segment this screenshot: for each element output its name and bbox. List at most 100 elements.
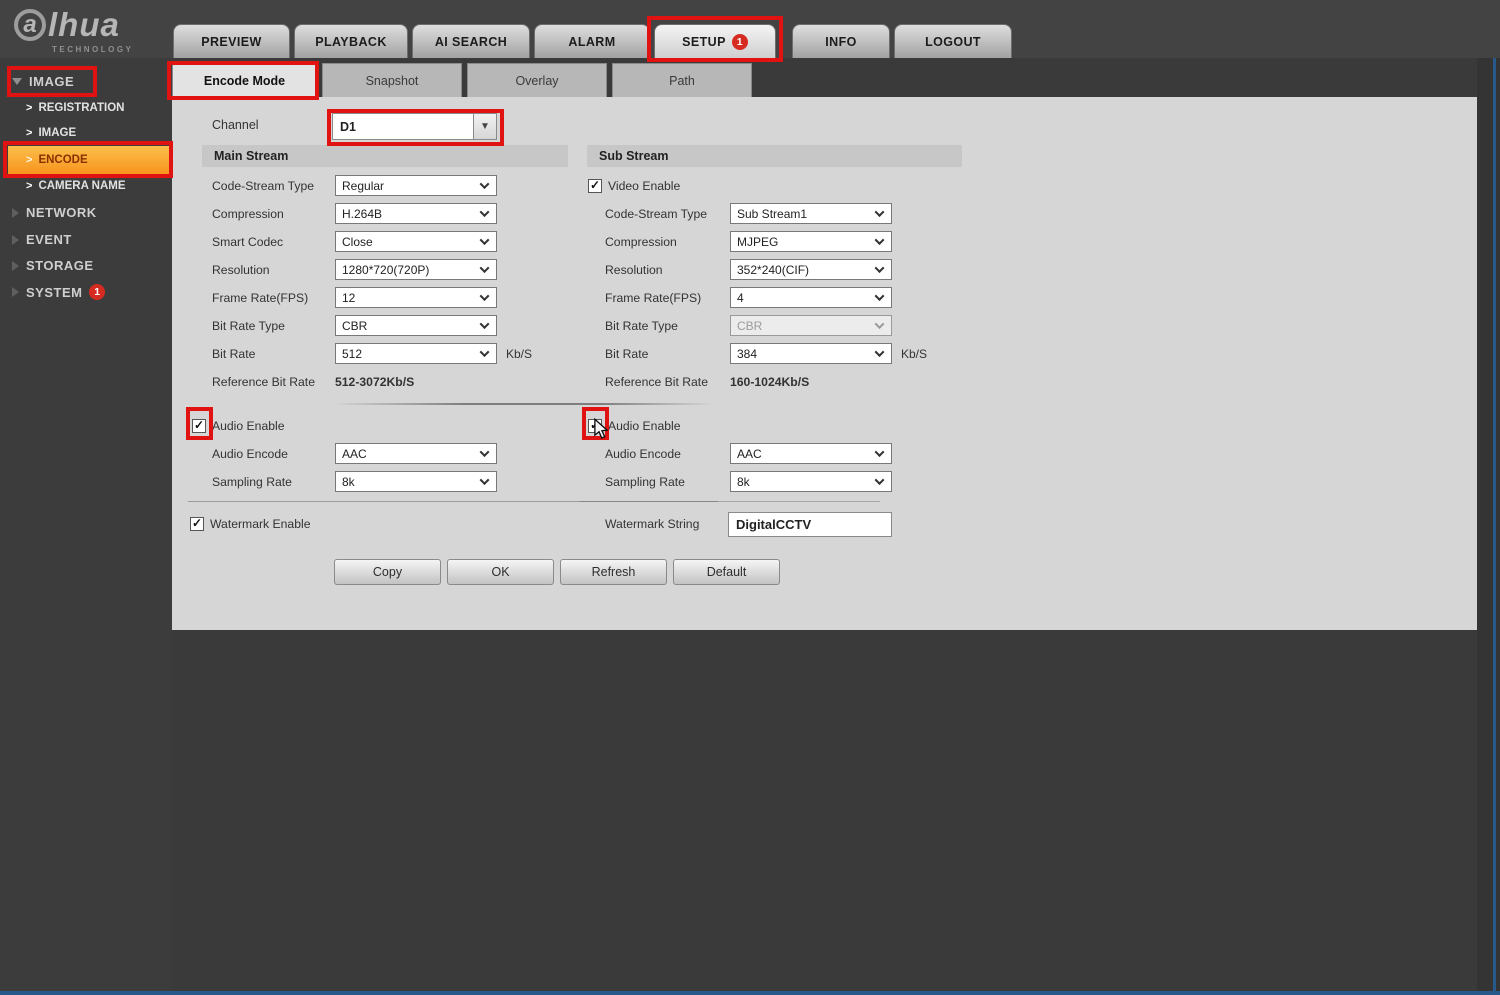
chevron-right-icon: > — [26, 180, 33, 192]
select-value: 352*240(CIF) — [737, 262, 810, 277]
channel-select[interactable]: D1 ▼ — [332, 113, 497, 140]
nav-tab-label: PREVIEW — [201, 34, 262, 49]
sidebar-group-event[interactable]: EVENT — [12, 232, 72, 247]
main-bit-rate-type-select[interactable]: CBR — [335, 315, 497, 336]
logo-circle-a: a — [14, 9, 46, 41]
main-smart-codec-select[interactable]: Close — [335, 231, 497, 252]
chevron-right-icon: > — [26, 127, 33, 139]
audio-sub-sampling-rate-select[interactable]: 8k — [730, 471, 892, 492]
chevron-down-icon — [874, 291, 885, 302]
reference-value: 160-1024Kb/S — [730, 375, 810, 389]
sub-stream-section: Sub Stream Video Enable Code-Stream Type… — [587, 145, 967, 392]
reference-label: Reference Bit Rate — [605, 375, 708, 389]
triangle-down-icon: ▼ — [480, 121, 490, 132]
sub-bit-rate-select[interactable]: 384 — [730, 343, 892, 364]
audio-enable-sub-checkbox[interactable] — [588, 418, 602, 433]
sidebar-item-camera-name[interactable]: > CAMERA NAME — [26, 180, 126, 192]
sidebar-group-label: EVENT — [26, 232, 72, 247]
audio-main-encode-select[interactable]: AAC — [335, 443, 497, 464]
watermark-enable-checkbox[interactable] — [190, 517, 204, 531]
nav-tab-info[interactable]: INFO — [792, 24, 890, 58]
audio-enable-label: Audio Enable — [212, 418, 285, 433]
nav-tab-playback[interactable]: PLAYBACK — [294, 24, 408, 58]
field-row: Bit Rate 384 Kb/S — [587, 343, 967, 364]
reference-value: 512-3072Kb/S — [335, 375, 415, 389]
tab-snapshot[interactable]: Snapshot — [322, 63, 462, 97]
sidebar-group-storage[interactable]: STORAGE — [12, 258, 94, 273]
logo-tagline: TECHNOLOGY — [52, 45, 134, 54]
audio-enable-main-checkbox[interactable] — [192, 418, 206, 433]
sidebar-group-image[interactable]: IMAGE — [12, 74, 74, 89]
copy-button[interactable]: Copy — [334, 559, 441, 585]
nav-tab-label: INFO — [825, 34, 857, 49]
select-value: 384 — [737, 346, 758, 361]
field-label: Frame Rate(FPS) — [212, 290, 309, 305]
sub-compression-select[interactable]: MJPEG — [730, 231, 892, 252]
watermark-enable-row: Watermark Enable — [190, 517, 310, 531]
action-buttons: Copy OK Refresh Default — [334, 559, 780, 585]
chevron-down-icon — [479, 475, 490, 486]
watermark-string-input[interactable] — [728, 512, 892, 537]
tab-encode-mode[interactable]: Encode Mode — [172, 63, 317, 97]
main-compression-select[interactable]: H.264B — [335, 203, 497, 224]
nav-tab-preview[interactable]: PREVIEW — [173, 24, 290, 58]
sidebar-item-label: IMAGE — [38, 127, 77, 139]
sidebar-item-image[interactable]: > IMAGE — [26, 127, 76, 139]
field-label: Code-Stream Type — [212, 178, 315, 193]
sidebar-group-label: NETWORK — [26, 205, 97, 220]
audio-sub-encode-select[interactable]: AAC — [730, 443, 892, 464]
field-label: Audio Encode — [605, 446, 681, 461]
audio-main-sampling-rate-select[interactable]: 8k — [335, 471, 497, 492]
sub-frame-rate-select[interactable]: 4 — [730, 287, 892, 308]
nav-tab-logout[interactable]: LOGOUT — [894, 24, 1012, 58]
main-code-stream-type-select[interactable]: Regular — [335, 175, 497, 196]
channel-dropdown-button[interactable]: ▼ — [473, 114, 496, 139]
subtab-label: Snapshot — [365, 73, 419, 88]
select-value: 4 — [737, 290, 744, 305]
nav-tab-setup[interactable]: SETUP 1 — [654, 24, 776, 58]
sidebar-item-encode[interactable]: > ENCODE — [8, 146, 169, 174]
sidebar-group-network[interactable]: NETWORK — [12, 205, 97, 220]
reference-bit-rate-row: Reference Bit Rate 512-3072Kb/S — [202, 372, 568, 392]
default-button[interactable]: Default — [673, 559, 780, 585]
select-value: Regular — [342, 178, 385, 193]
video-enable-row: Video Enable — [587, 175, 967, 196]
logo-text: lhua — [48, 6, 120, 43]
sub-resolution-select[interactable]: 352*240(CIF) — [730, 259, 892, 280]
video-enable-label: Video Enable — [608, 178, 681, 193]
section-title: Sub Stream — [599, 149, 669, 163]
section-divider — [332, 403, 714, 405]
nav-tab-ai-search[interactable]: AI SEARCH — [412, 24, 530, 58]
audio-main-section: Audio Enable Audio Encode AAC Sampling R… — [192, 415, 562, 499]
chevron-down-icon — [479, 179, 490, 190]
field-row: Frame Rate(FPS) 4 — [587, 287, 967, 308]
tab-overlay[interactable]: Overlay — [467, 63, 607, 97]
sidebar-item-registration[interactable]: > REGISTRATION — [26, 102, 124, 114]
field-label: Frame Rate(FPS) — [605, 290, 702, 305]
main-bit-rate-select[interactable]: 512 — [335, 343, 497, 364]
nav-tab-alarm[interactable]: ALARM — [534, 24, 650, 58]
dahua-logo: a lhua TECHNOLOGY — [14, 6, 133, 54]
sidebar-group-system[interactable]: SYSTEM 1 — [12, 284, 106, 300]
main-resolution-select[interactable]: 1280*720(720P) — [335, 259, 497, 280]
select-value: AAC — [737, 446, 762, 461]
chevron-down-icon — [479, 447, 490, 458]
chevron-down-icon — [479, 319, 490, 330]
sub-code-stream-type-select[interactable]: Sub Stream1 — [730, 203, 892, 224]
main-frame-rate-select[interactable]: 12 — [335, 287, 497, 308]
ok-button[interactable]: OK — [447, 559, 554, 585]
button-label: Copy — [372, 565, 403, 579]
field-label: Bit Rate — [212, 346, 256, 361]
triangle-right-icon — [12, 260, 19, 271]
field-label: Bit Rate Type — [212, 318, 285, 333]
reference-bit-rate-row: Reference Bit Rate 160-1024Kb/S — [587, 372, 967, 392]
refresh-button[interactable]: Refresh — [560, 559, 667, 585]
button-label: Default — [706, 565, 747, 579]
chevron-right-icon: > — [26, 154, 33, 166]
tab-path[interactable]: Path — [612, 63, 752, 97]
video-enable-checkbox[interactable] — [588, 178, 602, 193]
field-row: Code-Stream Type Regular — [202, 175, 568, 196]
select-value: Sub Stream1 — [737, 206, 808, 221]
select-value: 8k — [342, 474, 355, 489]
audio-sub-section: Audio Enable Audio Encode AAC Sampling R… — [588, 415, 968, 499]
